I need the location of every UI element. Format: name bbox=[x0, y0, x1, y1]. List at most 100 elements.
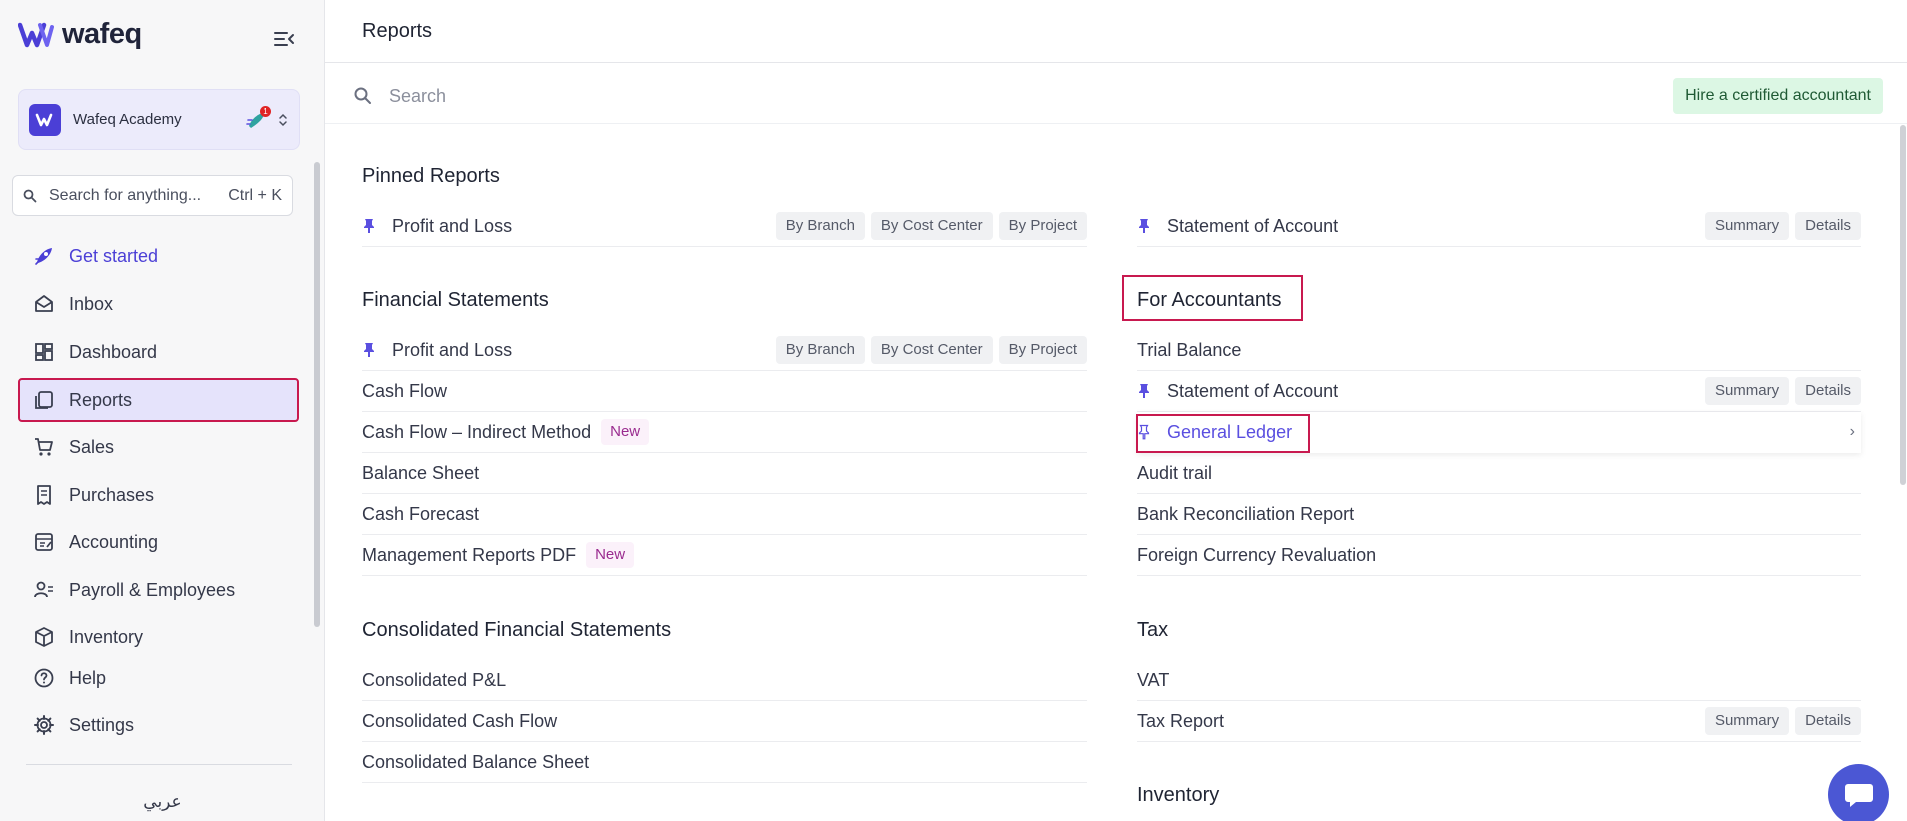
report-row-consolidated-balance-sheet[interactable]: Consolidated Balance Sheet bbox=[362, 742, 1087, 783]
report-row-tax-report[interactable]: Tax Report Summary Details bbox=[1137, 701, 1861, 742]
sidebar-divider bbox=[26, 764, 292, 765]
report-row-foreign-currency-revaluation[interactable]: Foreign Currency Revaluation bbox=[1137, 535, 1861, 576]
report-row-consolidated-cash-flow[interactable]: Consolidated Cash Flow bbox=[362, 701, 1087, 742]
report-name: Cash Flow – Indirect Method bbox=[362, 421, 592, 442]
report-name: Cash Forecast bbox=[362, 503, 480, 524]
nav-sales[interactable]: Sales bbox=[20, 425, 301, 469]
sidebar-search-placeholder: Search for anything... bbox=[49, 186, 202, 204]
report-row-profit-and-loss[interactable]: Profit and Loss By Branch By Cost Center… bbox=[362, 330, 1087, 371]
pin-icon[interactable] bbox=[362, 340, 392, 360]
tag-by-project[interactable]: By Project bbox=[998, 336, 1087, 364]
logo[interactable]: wafeq bbox=[18, 18, 142, 51]
tag-by-cost-center[interactable]: By Cost Center bbox=[870, 212, 993, 240]
logo-wordmark: wafeq bbox=[62, 18, 142, 50]
wafeq-logo-icon bbox=[35, 113, 53, 126]
section-title-accountants: For Accountants bbox=[1137, 289, 1282, 311]
search-icon bbox=[23, 189, 37, 202]
envelope-icon bbox=[32, 292, 56, 316]
tag-by-branch[interactable]: By Branch bbox=[775, 336, 865, 364]
report-row-vat[interactable]: VAT bbox=[1137, 660, 1861, 701]
main-scrollbar-thumb[interactable] bbox=[1900, 125, 1906, 485]
tag-by-project[interactable]: By Project bbox=[998, 212, 1087, 240]
nav-label: Purchases bbox=[69, 484, 155, 505]
pin-outline-icon[interactable] bbox=[1137, 422, 1167, 442]
nav-purchases[interactable]: Purchases bbox=[20, 473, 301, 517]
chat-bubble-icon bbox=[1844, 783, 1873, 807]
report-row-cash-flow-indirect[interactable]: Cash Flow – Indirect Method New bbox=[362, 412, 1087, 453]
nav-reports[interactable]: Reports bbox=[18, 378, 299, 422]
report-name: Foreign Currency Revaluation bbox=[1137, 544, 1377, 565]
report-row-cash-flow[interactable]: Cash Flow bbox=[362, 371, 1087, 412]
pin-icon[interactable] bbox=[362, 216, 392, 236]
tag-summary[interactable]: Summary bbox=[1704, 377, 1790, 405]
nav-accounting[interactable]: Accounting bbox=[20, 520, 301, 564]
section-title-financial: Financial Statements bbox=[362, 289, 549, 311]
section-title-inventory: Inventory bbox=[1137, 784, 1220, 806]
nav-label: Accounting bbox=[69, 531, 159, 552]
nav-inbox[interactable]: Inbox bbox=[20, 282, 301, 326]
tag-details[interactable]: Details bbox=[1795, 707, 1861, 735]
report-row-consolidated-pl[interactable]: Consolidated P&L bbox=[362, 660, 1087, 701]
search-divider bbox=[325, 123, 1907, 124]
report-tags: Summary Details bbox=[1704, 212, 1861, 240]
report-name: Balance Sheet bbox=[362, 462, 480, 483]
pin-icon[interactable] bbox=[1137, 216, 1167, 236]
tag-by-cost-center[interactable]: By Cost Center bbox=[870, 336, 993, 364]
report-row-general-ledger[interactable]: General Ledger › bbox=[1137, 412, 1861, 453]
nav-inventory[interactable]: Inventory bbox=[20, 615, 301, 659]
receipt-icon bbox=[32, 483, 56, 507]
tag-details[interactable]: Details bbox=[1795, 212, 1861, 240]
header-divider bbox=[325, 62, 1907, 63]
report-row-balance-sheet[interactable]: Balance Sheet bbox=[362, 453, 1087, 494]
ledger-icon bbox=[32, 530, 56, 554]
chevron-up-down-icon bbox=[279, 113, 287, 126]
page-title: Reports bbox=[362, 20, 433, 42]
report-name: Profit and Loss bbox=[392, 215, 513, 236]
sidebar-search[interactable]: Search for anything... Ctrl + K bbox=[12, 175, 293, 216]
report-row-management-reports-pdf[interactable]: Management Reports PDF New bbox=[362, 535, 1087, 576]
tag-summary[interactable]: Summary bbox=[1704, 707, 1790, 735]
report-row-trial-balance[interactable]: Trial Balance bbox=[1137, 330, 1861, 371]
report-row-profit-and-loss-pinned[interactable]: Profit and Loss By Branch By Cost Center… bbox=[362, 206, 1087, 247]
nav-help[interactable]: Help bbox=[20, 656, 301, 700]
tag-by-branch[interactable]: By Branch bbox=[775, 212, 865, 240]
notifications-button[interactable]: 1 bbox=[245, 105, 271, 132]
sidebar-scrollbar[interactable] bbox=[313, 152, 321, 637]
nav-settings[interactable]: Settings bbox=[20, 703, 301, 747]
search-shortcut: Ctrl + K bbox=[228, 186, 282, 204]
section-title-pinned: Pinned Reports bbox=[362, 165, 500, 187]
report-row-statement-of-account[interactable]: Statement of Account Summary Details bbox=[1137, 371, 1861, 412]
sidebar-scrollbar-thumb[interactable] bbox=[314, 162, 320, 627]
report-tags: By Branch By Cost Center By Project bbox=[775, 212, 1087, 240]
tag-details[interactable]: Details bbox=[1795, 377, 1861, 405]
nav-label: Dashboard bbox=[69, 341, 158, 362]
people-icon bbox=[32, 578, 56, 602]
report-row-statement-of-account-pinned[interactable]: Statement of Account Summary Details bbox=[1137, 206, 1861, 247]
chat-support-button[interactable] bbox=[1828, 764, 1889, 821]
pin-icon[interactable] bbox=[1137, 381, 1167, 401]
nav-get-started[interactable]: Get started bbox=[20, 234, 301, 278]
nav-payroll[interactable]: Payroll & Employees bbox=[20, 568, 301, 612]
nav-dashboard[interactable]: Dashboard bbox=[20, 330, 301, 374]
organization-switcher[interactable]: Wafeq Academy 1 bbox=[18, 89, 300, 150]
language-toggle[interactable]: عربي bbox=[0, 792, 325, 812]
report-row-bank-reconciliation[interactable]: Bank Reconciliation Report bbox=[1137, 494, 1861, 535]
report-row-audit-trail[interactable]: Audit trail bbox=[1137, 453, 1861, 494]
main-scrollbar[interactable] bbox=[1899, 125, 1907, 821]
gear-icon bbox=[32, 713, 56, 737]
report-name: Audit trail bbox=[1137, 462, 1213, 483]
nav-label: Settings bbox=[69, 714, 135, 735]
report-name: VAT bbox=[1137, 669, 1170, 690]
report-name: Profit and Loss bbox=[392, 339, 513, 360]
nav-label: Payroll & Employees bbox=[69, 579, 236, 600]
report-name: Statement of Account bbox=[1167, 215, 1339, 236]
collapse-sidebar-icon[interactable] bbox=[272, 28, 296, 50]
tag-summary[interactable]: Summary bbox=[1704, 212, 1790, 240]
nav-label: Sales bbox=[69, 436, 115, 457]
hire-accountant-button[interactable]: Hire a certified accountant bbox=[1673, 78, 1883, 114]
new-badge: New bbox=[601, 419, 650, 445]
report-name: Cash Flow bbox=[362, 380, 448, 401]
report-row-cash-forecast[interactable]: Cash Forecast bbox=[362, 494, 1087, 535]
reports-icon bbox=[32, 388, 56, 412]
reports-search[interactable]: Search Hire a certified accountant bbox=[353, 72, 1883, 120]
